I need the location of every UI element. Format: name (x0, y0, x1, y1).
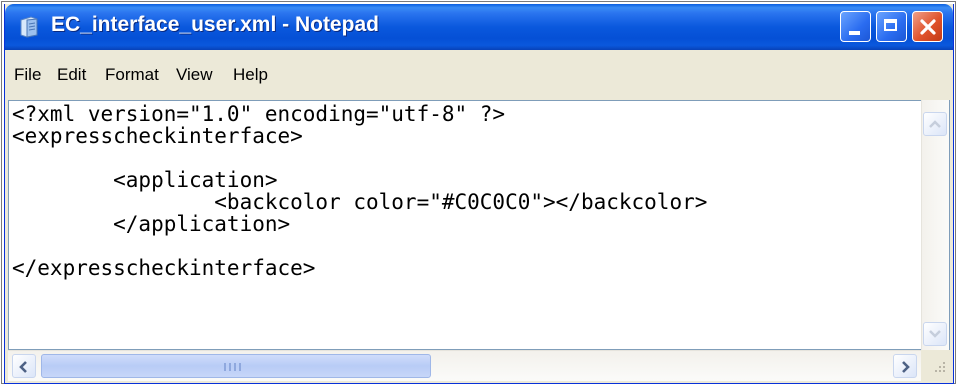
horizontal-scrollbar[interactable] (8, 350, 921, 381)
code-line: </expresscheckinterface> (12, 256, 316, 280)
arrow-right-icon (902, 361, 910, 373)
editor-content: <?xml version="1.0" encoding="utf-8" ?> <… (12, 103, 707, 279)
menu-file[interactable]: File (14, 65, 41, 85)
title-bar[interactable]: EC_interface_user.xml - Notepad (5, 4, 953, 50)
window-title: EC_interface_user.xml - Notepad (51, 13, 379, 36)
notepad-window: EC_interface_user.xml - Notepad File Edi… (4, 4, 954, 384)
code-line: </application> (12, 212, 291, 236)
text-editor[interactable]: <?xml version="1.0" encoding="utf-8" ?> <… (8, 100, 950, 350)
close-icon (920, 19, 936, 35)
menu-format[interactable]: Format (105, 65, 159, 85)
maximize-button[interactable] (876, 11, 907, 42)
menu-view[interactable]: View (176, 65, 213, 85)
code-line: <application> (12, 168, 278, 192)
resize-grip-icon (935, 362, 945, 372)
scroll-down-button[interactable] (923, 322, 947, 346)
arrow-left-icon (19, 361, 27, 373)
scroll-up-button[interactable] (923, 112, 947, 136)
minimize-button[interactable] (840, 11, 871, 42)
vertical-scrollbar[interactable] (921, 100, 949, 350)
grip-icon (224, 363, 246, 371)
scroll-right-button[interactable] (893, 354, 917, 378)
code-line: <?xml version="1.0" encoding="utf-8" ?> (12, 102, 506, 126)
horizontal-scroll-thumb[interactable] (41, 354, 431, 378)
menu-help[interactable]: Help (233, 65, 268, 85)
code-line: <backcolor color="#C0C0C0"></backcolor> (12, 190, 708, 214)
scroll-left-button[interactable] (12, 354, 36, 378)
arrow-down-icon (929, 330, 941, 338)
code-line: <expresscheckinterface> (12, 124, 303, 148)
menu-bar: File Edit Format View Help (5, 50, 953, 100)
close-button[interactable] (912, 11, 943, 42)
resize-grip[interactable] (921, 350, 950, 380)
notepad-icon[interactable] (19, 16, 39, 38)
menu-edit[interactable]: Edit (57, 65, 86, 85)
arrow-up-icon (929, 120, 941, 128)
